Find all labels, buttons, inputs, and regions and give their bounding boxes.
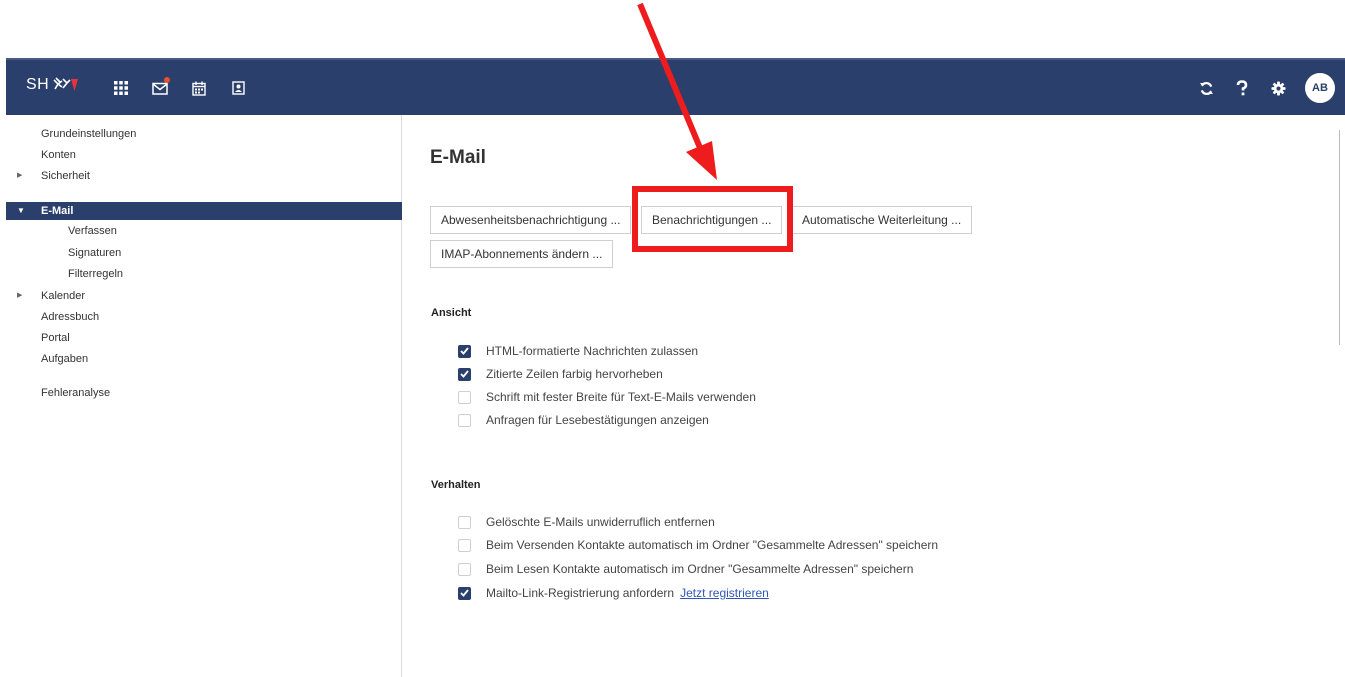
- page: SH AB Grundeinstellungen Konten ▶ Sicher…: [0, 0, 1345, 677]
- annotation-arrow-icon: [637, 2, 717, 180]
